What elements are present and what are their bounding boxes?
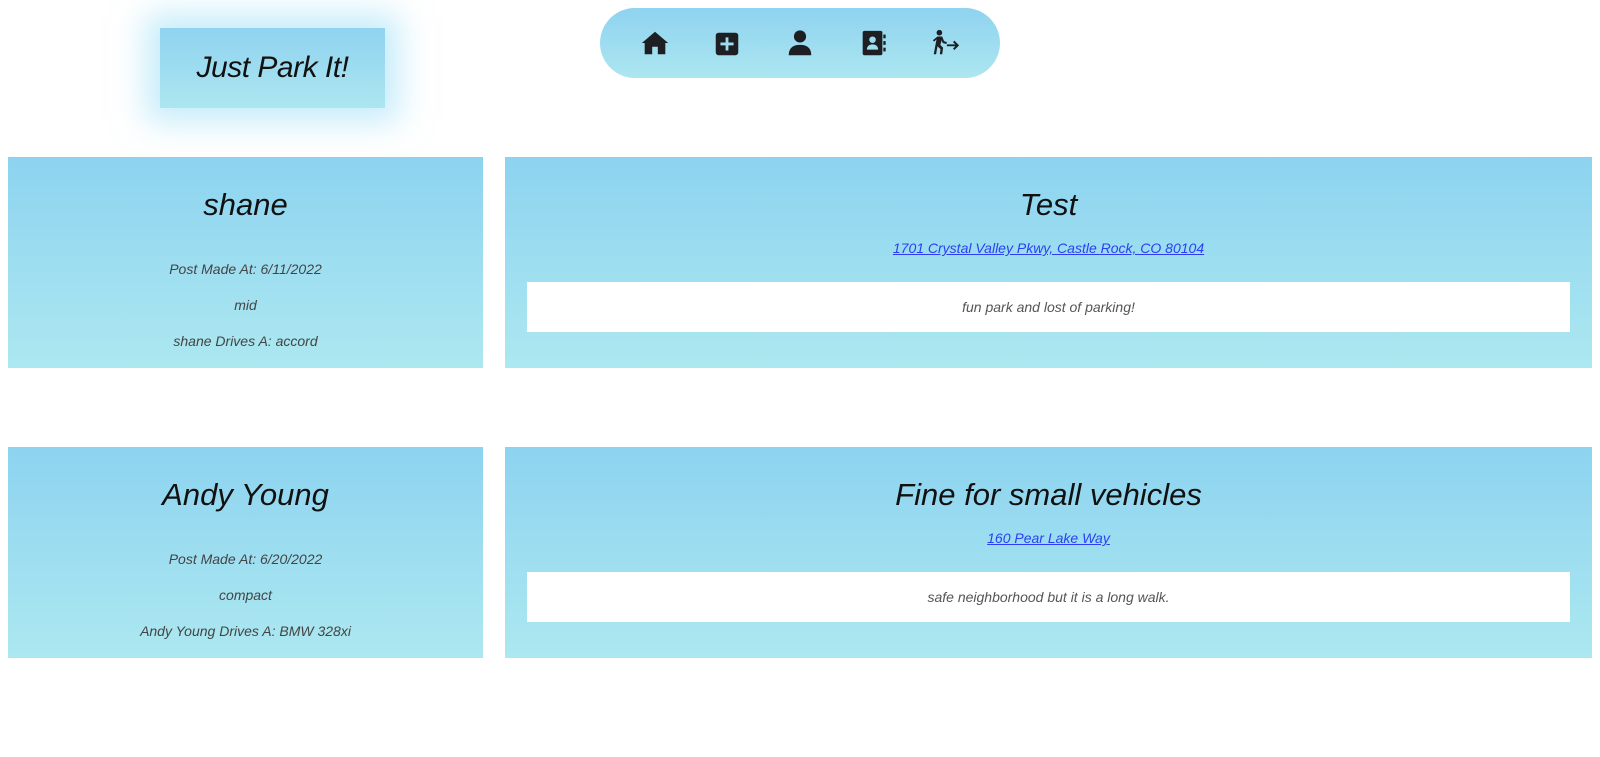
brand-logo[interactable]: Just Park It!	[160, 28, 385, 108]
post-date: Post Made At: 6/20/2022	[168, 551, 323, 567]
nav-add-post-button[interactable]	[709, 25, 745, 61]
user-vehicle: shane Drives A: accord	[173, 333, 318, 349]
post-card: Fine for small vehicles 160 Pear Lake Wa…	[505, 447, 1592, 658]
post-description: safe neighborhood but it is a long walk.	[527, 572, 1570, 622]
plus-square-icon	[716, 32, 739, 56]
user-vehicle: Andy Young Drives A: BMW 328xi	[140, 623, 351, 639]
post-description-text: fun park and lost of parking!	[962, 299, 1135, 315]
user-card: Andy Young Post Made At: 6/20/2022 compa…	[8, 447, 483, 658]
top-nav	[600, 8, 1000, 78]
post-address-link[interactable]: 160 Pear Lake Way	[505, 529, 1592, 547]
person-running-exit-icon	[933, 29, 960, 55]
post-title: Test	[1019, 187, 1078, 222]
nav-home-button[interactable]	[637, 25, 673, 61]
post-title: Fine for small vehicles	[895, 477, 1202, 512]
home-icon	[641, 31, 668, 55]
post-date: Post Made At: 6/11/2022	[169, 261, 322, 277]
address-book-icon	[862, 30, 886, 56]
nav-profile-button[interactable]	[782, 25, 818, 61]
post-address-link[interactable]: 1701 Crystal Valley Pkwy, Castle Rock, C…	[505, 239, 1592, 257]
nav-logout-button[interactable]	[927, 25, 963, 61]
user-name: shane	[203, 187, 288, 222]
user-name: Andy Young	[162, 477, 329, 512]
user-card: shane Post Made At: 6/11/2022 mid shane …	[8, 157, 483, 368]
vehicle-size: compact	[219, 587, 272, 603]
vehicle-size: mid	[234, 297, 257, 313]
brand-title: Just Park It!	[196, 51, 349, 84]
nav-contacts-button[interactable]	[855, 25, 891, 61]
post-card: Test 1701 Crystal Valley Pkwy, Castle Ro…	[505, 157, 1592, 368]
post-description-text: safe neighborhood but it is a long walk.	[927, 589, 1170, 605]
user-icon	[788, 30, 812, 56]
post-description: fun park and lost of parking!	[527, 282, 1570, 332]
